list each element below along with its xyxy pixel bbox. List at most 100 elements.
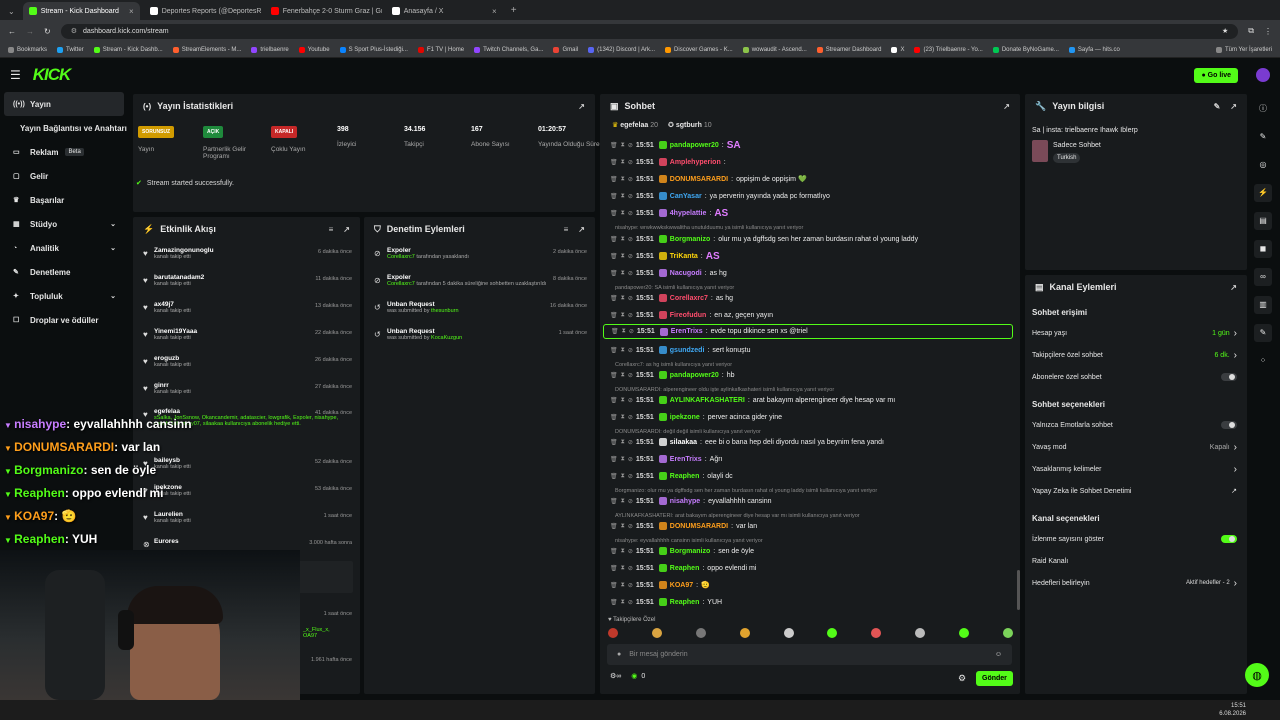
ban-icon[interactable]: ⊘ (628, 523, 633, 530)
timeout-icon[interactable]: ⧗ (621, 599, 625, 606)
bookmark-item[interactable]: X (891, 46, 904, 53)
bookmark-item[interactable]: Sayfa — hits.co (1068, 46, 1120, 53)
ban-icon[interactable]: ⊘ (628, 565, 633, 572)
setting-row[interactable]: Yasaklanmış kelimeler › (1032, 462, 1237, 476)
popout-icon[interactable]: ↗ (578, 102, 585, 111)
bookmark-item[interactable]: S Sport Plus-İstediği... (339, 46, 408, 53)
chat-username[interactable]: Borgmanizo (670, 236, 710, 243)
browser-menu-icon[interactable]: ⋮ (1264, 27, 1272, 36)
timeout-icon[interactable]: ⧗ (622, 328, 626, 335)
camera-icon[interactable]: ◎ (1254, 156, 1272, 174)
chat-message[interactable]: 🗑 ⧗ ⊘ 15:51 AYLINKAFKASHATERI: arat bakayım a… (610, 394, 895, 406)
activity-item[interactable]: ♥ Zamazingonunoglu kanalı takip etti 6 daki… (133, 247, 360, 273)
toggle-switch[interactable] (1221, 421, 1237, 429)
timeout-icon[interactable]: ⧗ (621, 565, 625, 572)
sidebar-item[interactable]: ▢ Gelir (0, 164, 128, 188)
ban-icon[interactable]: ⊘ (629, 328, 634, 335)
activity-item[interactable]: ♥ eroguzb kanalı takip etti 26 dakika önce (133, 355, 360, 381)
popout-icon[interactable]: ↗ (1230, 283, 1237, 292)
extensions-icon[interactable]: ⧉ (1248, 26, 1254, 36)
chat-username[interactable]: Borgmanizo (670, 548, 710, 555)
chat-username[interactable]: nisahype (670, 498, 700, 505)
timeout-icon[interactable]: ⧗ (621, 414, 625, 421)
moderation-item[interactable]: ↺ Unban Request was submitted by KocaKuzgu… (364, 328, 595, 354)
sidebar-item[interactable]: ☐ Droplar ve ödüller (0, 308, 128, 332)
delete-icon[interactable]: 🗑 (610, 498, 618, 505)
delete-icon[interactable]: 🗑 (610, 439, 618, 446)
chat-message[interactable]: 🗑 ⧗ ⊘ 15:51 KOA97: 🫡 (610, 579, 710, 591)
timeout-icon[interactable]: ⧗ (621, 295, 625, 302)
browser-tab[interactable]: Deportes Reports (@DeportesR...× (144, 2, 261, 20)
activity-item[interactable]: ♥ barutatanadam2 kanalı takip etti 11 dakik… (133, 274, 360, 300)
setting-row[interactable]: Yapay Zeka ile Sohbet Denetimi ↗ (1032, 484, 1237, 498)
category-name[interactable]: Sadece Sohbet (1053, 142, 1101, 149)
chat-username[interactable]: DONUMSARARDI (670, 176, 728, 183)
timeout-icon[interactable]: ⧗ (621, 312, 625, 319)
bookmark-item[interactable]: Bookmarks (8, 46, 47, 53)
timeout-icon[interactable]: ⧗ (621, 159, 625, 166)
delete-icon[interactable]: 🗑 (610, 270, 618, 277)
chat-message[interactable]: 🗑 ⧗ ⊘ 15:51 Fireofudun: en az, geçen yayın (610, 309, 773, 321)
clipboard-icon[interactable]: ▤ (1254, 212, 1272, 230)
delete-icon[interactable]: 🗑 (610, 210, 618, 217)
emote-icon[interactable] (739, 628, 750, 638)
chat-message[interactable]: 🗑 ⧗ ⊘ 15:51 ErenTrixs: evde topu dikince sen … (603, 324, 1013, 339)
leaderboard-entry[interactable]: ✪ sgtburh 10 (668, 121, 712, 129)
setting-row[interactable]: Hesap yaşı 1 gün › (1032, 326, 1237, 340)
sidebar-item[interactable]: ◔ Analitik ⌄ (0, 236, 128, 260)
ban-icon[interactable]: ⊘ (628, 498, 633, 505)
delete-icon[interactable]: 🗑 (610, 599, 618, 606)
chat-gear-icon[interactable]: ⚙ (958, 673, 966, 684)
browser-tab[interactable]: Anasayfa / X × (386, 2, 503, 20)
bookmark-item[interactable]: (23) Trielbaenre - Yo... (914, 46, 983, 53)
edit-icon[interactable]: ✎ (1254, 128, 1272, 146)
bookmark-item[interactable]: Twitch Channels, Ga... (474, 46, 543, 53)
leaderboard-entry[interactable]: ♛ egefelaa 20 (612, 121, 658, 129)
ban-icon[interactable]: ⊘ (628, 210, 633, 217)
chat-message[interactable]: 🗑 ⧗ ⊘ 15:51 Reaphen: olayli dc (610, 470, 733, 482)
delete-icon[interactable]: 🗑 (610, 142, 618, 149)
delete-icon[interactable]: 🗑 (610, 397, 618, 404)
chat-username[interactable]: ErenTrixs (670, 456, 702, 463)
chat-input[interactable]: ● Bir mesaj gönderin ☺ (607, 644, 1012, 665)
emote-icon[interactable] (827, 628, 838, 638)
moderation-item[interactable]: ↺ Unban Request was submitted by thesunbur… (364, 301, 595, 327)
reload-icon[interactable]: ↻ (44, 27, 51, 36)
delete-icon[interactable]: 🗑 (610, 523, 618, 530)
timeout-icon[interactable]: ⧗ (621, 498, 625, 505)
popout-icon[interactable]: ↗ (1230, 102, 1237, 111)
chat-username[interactable]: gsundzedi (670, 347, 705, 354)
emote-icon[interactable] (915, 628, 926, 638)
support-chat-button[interactable]: ◍ (1245, 663, 1269, 687)
chat-settings-icon[interactable]: ⚙∞ (610, 672, 621, 680)
chat-message[interactable]: 🗑 ⧗ ⊘ 15:51 DONUMSARARDI: var lan (610, 520, 757, 532)
delete-icon[interactable]: 🗑 (610, 456, 618, 463)
chat-sticker-icon[interactable]: ● (617, 651, 621, 658)
setting-row[interactable]: Takipçilere özel sohbet 6 dk. › (1032, 348, 1237, 362)
timeout-icon[interactable]: ⧗ (621, 523, 625, 530)
sidebar-item[interactable]: ▭ Reklam Beta (0, 140, 128, 164)
activity-item[interactable]: ♥ Yinemi19Yaaa kanalı takip etti 22 dakika … (133, 328, 360, 354)
delete-icon[interactable]: 🗑 (610, 236, 618, 243)
chat-message[interactable]: 🗑 ⧗ ⊘ 15:51 Reaphen: oppo evlendi mi (610, 562, 756, 574)
chat-username[interactable]: pandapower20 (670, 372, 719, 379)
setting-row[interactable]: İzlenme sayısını göster (1032, 532, 1237, 546)
setting-row[interactable]: Yalnızca Emotlarla sohbet (1032, 418, 1237, 432)
bookmark-item[interactable]: (1342) Discord | Ark... (588, 46, 655, 53)
ban-icon[interactable]: ⊘ (628, 582, 633, 589)
activity-item[interactable]: ♥ ipekzone kanalı takip etti 53 dakika önce (133, 484, 360, 510)
bookmark-item[interactable]: Twitter (57, 46, 84, 53)
send-button[interactable]: Gönder (976, 671, 1013, 686)
chat-username[interactable]: Reaphen (670, 565, 700, 572)
bookmark-item[interactable]: Gmail (553, 46, 578, 53)
sidebar-item[interactable]: ✦ Topluluk ⌄ (0, 284, 128, 308)
setting-row[interactable]: Raid Kanalı (1032, 554, 1237, 568)
chat-message[interactable]: 🗑 ⧗ ⊘ 15:51 TriKanta: AS (610, 250, 720, 262)
chat-username[interactable]: KOA97 (670, 582, 693, 589)
delete-icon[interactable]: 🗑 (610, 159, 618, 166)
chat-message[interactable]: 🗑 ⧗ ⊘ 15:51 ErenTrixs: Ağrı (610, 453, 723, 465)
timeout-icon[interactable]: ⧗ (621, 372, 625, 379)
chat-username[interactable]: ErenTrixs (671, 328, 703, 335)
tab-list-icon[interactable]: ⌄ (8, 7, 15, 16)
timeout-icon[interactable]: ⧗ (621, 193, 625, 200)
